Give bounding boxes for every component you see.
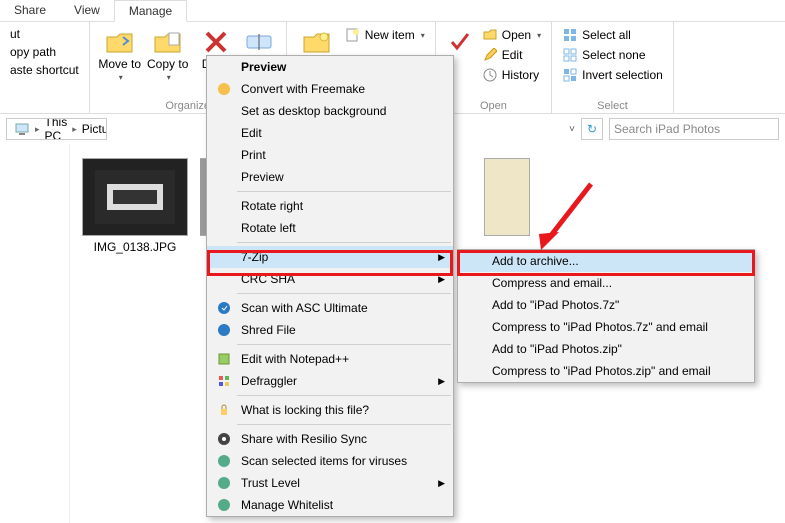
thumbnail-image[interactable]	[484, 158, 530, 236]
tab-share[interactable]: Share	[0, 0, 60, 21]
folder-star-icon	[301, 26, 333, 58]
crumb-pictures[interactable]: Pictures	[79, 122, 107, 136]
shred-icon	[213, 321, 235, 339]
defrag-icon	[213, 372, 235, 390]
select-all-icon	[562, 27, 578, 43]
folder-arrow-icon	[104, 26, 136, 58]
menu-print[interactable]: Print	[207, 144, 453, 166]
group-open-label: Open	[442, 98, 545, 112]
sub-add-archive[interactable]: Add to archive...	[458, 250, 754, 272]
paste-shortcut-button[interactable]: aste shortcut	[6, 62, 83, 78]
thumbnail-image	[82, 158, 188, 236]
open-icon	[482, 27, 498, 43]
virus-icon	[213, 452, 235, 470]
trust-icon	[213, 474, 235, 492]
sub-add-7z[interactable]: Add to "iPad Photos.7z"	[458, 294, 754, 316]
menu-whitelist[interactable]: Manage Whitelist	[207, 494, 453, 516]
check-icon	[444, 26, 476, 58]
menu-defraggler[interactable]: Defraggler▶	[207, 370, 453, 392]
ribbon-tabs: Share View Manage	[0, 0, 785, 22]
cut-button[interactable]: ut	[6, 26, 83, 42]
select-all-button[interactable]: Select all	[558, 26, 667, 44]
freemake-icon	[213, 80, 235, 98]
open-button[interactable]: Open▾	[478, 26, 545, 44]
sub-compress-email[interactable]: Compress and email...	[458, 272, 754, 294]
breadcrumb[interactable]: ▸ This PC ▸ Pictures ▸ iPad Phot	[6, 118, 107, 140]
nav-pane[interactable]	[0, 144, 70, 523]
menu-crc-sha[interactable]: CRC SHA▶	[207, 268, 453, 290]
folder-copy-icon	[152, 26, 184, 58]
invert-icon	[562, 67, 578, 83]
npp-icon	[213, 350, 235, 368]
asc-icon	[213, 299, 235, 317]
group-select-label: Select	[558, 98, 667, 112]
file-item[interactable]: IMG_0138.JPG	[80, 158, 190, 509]
copy-to-button[interactable]: Copy to▾	[144, 24, 192, 86]
submenu-arrow-icon: ▶	[438, 252, 445, 263]
lock-icon	[213, 401, 235, 419]
edit-button[interactable]: Edit	[478, 46, 545, 64]
menu-rotate-right[interactable]: Rotate right	[207, 195, 453, 217]
menu-rotate-left[interactable]: Rotate left	[207, 217, 453, 239]
menu-resilio[interactable]: Share with Resilio Sync	[207, 428, 453, 450]
submenu-arrow-icon: ▶	[438, 274, 445, 285]
invert-selection-button[interactable]: Invert selection	[558, 66, 667, 84]
pc-icon	[11, 122, 33, 136]
menu-set-desktop-bg[interactable]: Set as desktop background	[207, 100, 453, 122]
pencil-icon	[482, 47, 498, 63]
select-none-icon	[562, 47, 578, 63]
submenu-arrow-icon: ▶	[438, 478, 445, 489]
history-icon	[482, 67, 498, 83]
delete-x-icon	[200, 26, 232, 58]
tab-manage[interactable]: Manage	[114, 0, 187, 22]
menu-scan-virus[interactable]: Scan selected items for viruses	[207, 450, 453, 472]
select-none-button[interactable]: Select none	[558, 46, 667, 64]
submenu-7zip: Add to archive... Compress and email... …	[457, 249, 755, 383]
menu-trust-level[interactable]: Trust Level▶	[207, 472, 453, 494]
rename-icon	[244, 26, 276, 58]
refresh-button[interactable]: ↻	[581, 118, 603, 140]
menu-notepadpp[interactable]: Edit with Notepad++	[207, 348, 453, 370]
whitelist-icon	[213, 496, 235, 514]
new-item-button[interactable]: New item▾	[341, 26, 429, 44]
menu-shred-file[interactable]: Shred File	[207, 319, 453, 341]
search-input[interactable]: Search iPad Photos	[609, 118, 779, 140]
menu-preview2[interactable]: Preview	[207, 166, 453, 188]
menu-scan-asc[interactable]: Scan with ASC Ultimate	[207, 297, 453, 319]
history-button[interactable]: History	[478, 66, 545, 84]
crumb-this-pc[interactable]: This PC	[42, 118, 71, 140]
menu-convert-freemake[interactable]: Convert with Freemake	[207, 78, 453, 100]
submenu-arrow-icon: ▶	[438, 376, 445, 387]
menu-locking[interactable]: What is locking this file?	[207, 399, 453, 421]
resilio-icon	[213, 430, 235, 448]
menu-preview[interactable]: Preview	[207, 56, 453, 78]
menu-7zip[interactable]: 7-Zip▶	[207, 246, 453, 268]
menu-edit[interactable]: Edit	[207, 122, 453, 144]
file-name: IMG_0138.JPG	[94, 236, 177, 254]
context-menu: Preview Convert with Freemake Set as des…	[206, 55, 454, 517]
new-item-icon	[345, 27, 361, 43]
sub-compress-zip-email[interactable]: Compress to "iPad Photos.zip" and email	[458, 360, 754, 382]
loc-chevron-icon[interactable]: ˅	[569, 124, 575, 135]
tab-view[interactable]: View	[60, 0, 114, 21]
copy-path-button[interactable]: opy path	[6, 44, 83, 60]
move-to-button[interactable]: Move to▾	[96, 24, 144, 86]
sub-add-zip[interactable]: Add to "iPad Photos.zip"	[458, 338, 754, 360]
sub-compress-7z-email[interactable]: Compress to "iPad Photos.7z" and email	[458, 316, 754, 338]
